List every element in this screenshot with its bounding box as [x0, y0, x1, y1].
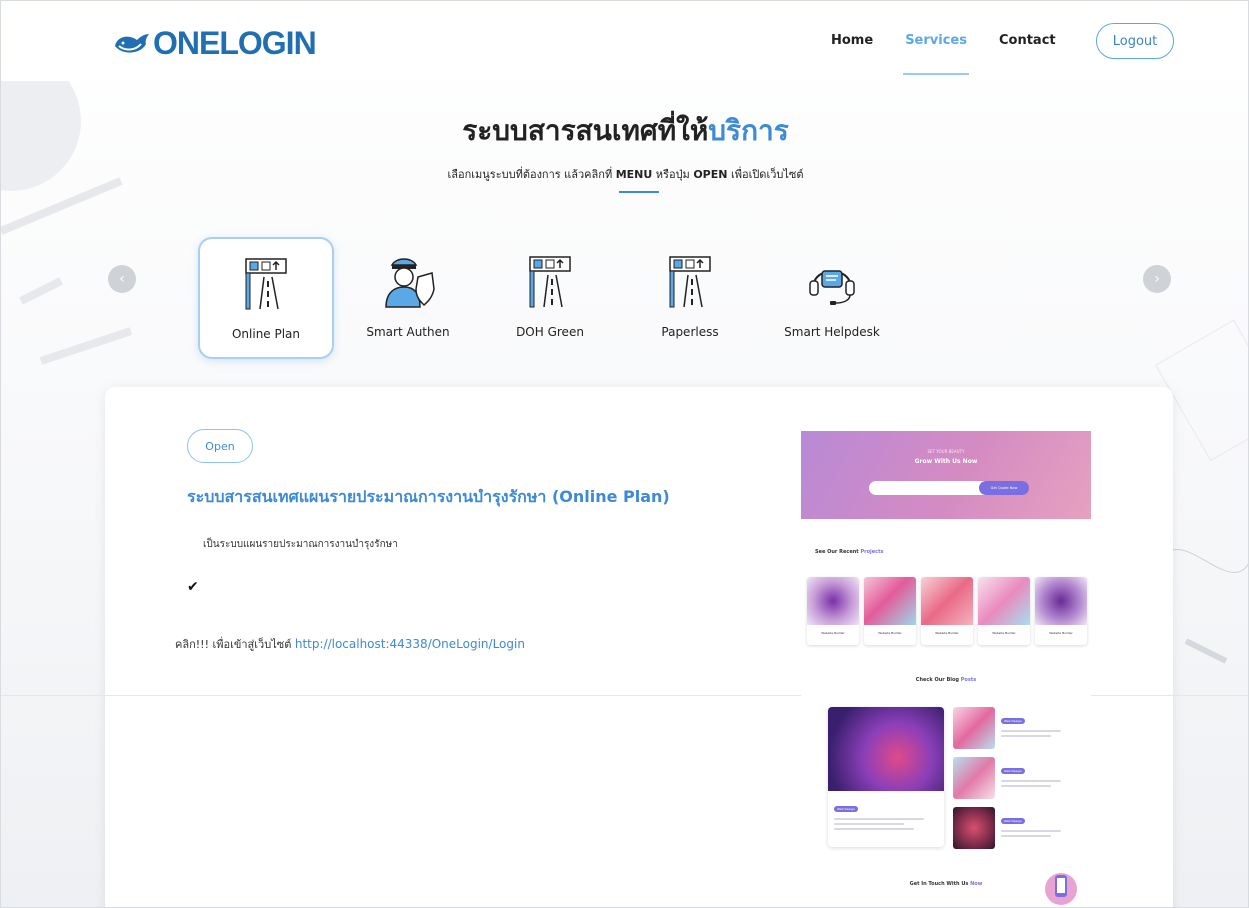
preview-thumb-caption: Website Builder: [878, 631, 902, 635]
preview-thumb-caption: Website Builder: [935, 631, 959, 635]
preview-projects-hl: Projects: [860, 549, 884, 555]
chevron-left-icon: ‹: [119, 271, 125, 287]
preview-thumb-caption: Website Builder: [992, 631, 1016, 635]
check-icon: ✔: [187, 579, 199, 595]
subtitle-mid: หรือปุ่ม: [652, 168, 694, 181]
top-navbar: ONELOGIN Home Services Contact Logout: [1, 1, 1248, 81]
preview-contact-text: Get In Touch With Us: [909, 881, 971, 887]
road-sign-icon: [529, 256, 571, 308]
preview-project-thumb: Website Builder: [864, 577, 916, 645]
page-title: ระบบสารสนเทศที่ให้บริการ: [1, 109, 1248, 153]
logout-button[interactable]: Logout: [1096, 23, 1174, 59]
service-label-smart-helpdesk: Smart Helpdesk: [784, 325, 880, 339]
road-sign-icon: [245, 258, 287, 310]
preview-contact-hl: Now: [970, 881, 983, 887]
service-label-smart-authen: Smart Authen: [366, 325, 450, 339]
subtitle-open: OPEN: [693, 168, 728, 181]
nav-contact[interactable]: Contact: [999, 33, 1056, 52]
preview-thumb-caption: Website Builder: [821, 631, 845, 635]
page: ONELOGIN Home Services Contact Logout ระ…: [0, 0, 1249, 908]
preview-projects-text: See Our Recent: [815, 549, 861, 555]
preview-blog-post: Web Design: [828, 707, 944, 847]
website-preview-image: SET YOUR BEAUTY Grow With Us Now Get Quo…: [801, 431, 1091, 907]
main-nav: Home Services Contact: [831, 33, 1088, 75]
open-button[interactable]: Open: [187, 429, 253, 463]
preview-contact-illustration: [1045, 873, 1077, 905]
page-subtitle: เลือกเมนูระบบที่ต้องการ แล้วคลิกที่ MENU…: [1, 165, 1248, 183]
preview-blog-text: Check Our Blog: [915, 677, 961, 683]
carousel-next-button[interactable]: ›: [1143, 265, 1171, 293]
preview-hero-small: SET YOUR BEAUTY: [927, 449, 965, 454]
page-title-accent: บริการ: [708, 114, 789, 147]
preview-post-tag: Web Design: [834, 806, 858, 812]
chevron-right-icon: ›: [1154, 271, 1160, 287]
service-tile-smart-authen[interactable]: Smart Authen: [340, 237, 476, 359]
preview-blog-hl: Posts: [960, 677, 977, 683]
subtitle-pre: เลือกเมนูระบบที่ต้องการ แล้วคลิกที่: [447, 168, 616, 181]
logo-text: ONELOGIN: [153, 24, 317, 61]
whale-logo-icon: [115, 34, 149, 53]
nav-home[interactable]: Home: [831, 33, 873, 52]
onelogin-logo[interactable]: ONELOGIN: [113, 23, 317, 63]
headset-icon: [809, 270, 855, 305]
subtitle-menu: MENU: [615, 168, 653, 181]
nav-services[interactable]: Services: [903, 33, 969, 75]
title-underline: [619, 191, 659, 193]
preview-blog-post: Web Design: [953, 807, 1083, 851]
service-tile-online-plan[interactable]: Online Plan: [198, 237, 334, 359]
link-prefix: คลิก!!! เพื่อเข้าสู่เว็บไซต์: [175, 638, 295, 651]
service-tile-paperless[interactable]: Paperless: [622, 237, 758, 359]
page-title-main: ระบบสารสนเทศที่ให้: [462, 114, 709, 147]
preview-hero: [801, 431, 1091, 519]
subtitle-post: เพื่อเปิดเว็บไซต์: [727, 168, 804, 181]
service-tile-doh-green[interactable]: DOH Green: [482, 237, 618, 359]
service-label-online-plan: Online Plan: [231, 327, 301, 341]
security-guard-icon: [385, 258, 435, 308]
preview-thumb-caption: Website Builder: [1049, 631, 1073, 635]
service-detail-title: ระบบสารสนเทศแผนรายประมาณการงานบำรุงรักษา…: [187, 487, 670, 506]
carousel-prev-button[interactable]: ‹: [108, 265, 136, 293]
preview-project-thumb: Website Builder: [807, 577, 859, 645]
preview-project-thumb: Website Builder: [921, 577, 973, 645]
preview-hero-title: Grow With Us Now: [914, 458, 978, 465]
service-detail-description: เป็นระบบแผนรายประมาณการงานบำรุงรักษา: [203, 539, 398, 550]
service-tile-smart-helpdesk[interactable]: Smart Helpdesk: [764, 237, 900, 359]
service-link-line: คลิก!!! เพื่อเข้าสู่เว็บไซต์ http://loca…: [175, 635, 525, 653]
preview-project-thumb: Website Builder: [978, 577, 1030, 645]
preview-blog-post: Web Design: [953, 757, 1083, 801]
service-url-link[interactable]: http://localhost:44338/OneLogin/Login: [295, 637, 525, 651]
preview-post-tag: Web Design: [1001, 718, 1025, 724]
preview-projects-label: See Our Recent Projects: [815, 549, 883, 555]
preview-post-tag: Web Design: [1001, 818, 1025, 824]
preview-project-thumb: Website Builder: [1035, 577, 1087, 645]
service-label-paperless: Paperless: [661, 325, 719, 339]
road-sign-icon: [669, 256, 711, 308]
preview-search-button: Get Quote Now: [979, 481, 1029, 495]
service-label-doh-green: DOH Green: [516, 325, 584, 339]
preview-post-tag: Web Design: [1001, 768, 1025, 774]
preview-blog-post: Web Design: [953, 707, 1083, 751]
preview-blog-label: Check Our Blog Posts: [801, 677, 1091, 683]
